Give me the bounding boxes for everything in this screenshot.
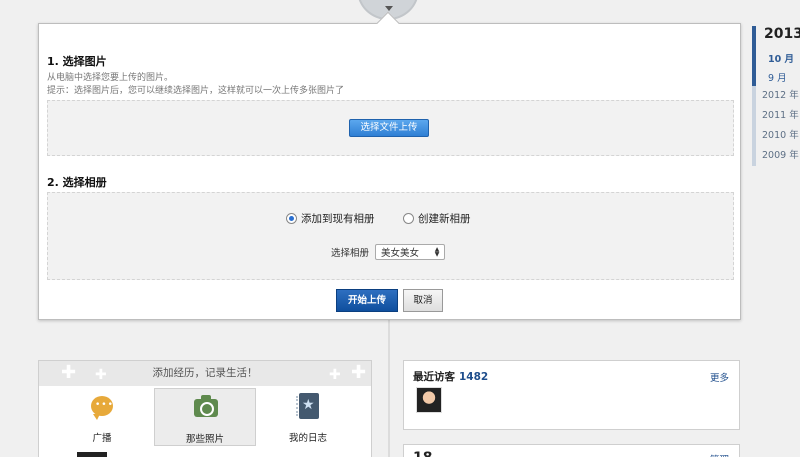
choose-file-button[interactable]: 选择文件上传 — [349, 119, 429, 137]
plus-decoration-icon: ✚ — [61, 362, 77, 383]
radio-existing-label: 添加到现有相册 — [301, 213, 375, 225]
radio-new-indicator[interactable] — [403, 213, 414, 224]
album-select-value: 美女美女 — [381, 248, 420, 259]
more-link[interactable]: 更多 — [710, 370, 729, 384]
year-item-2011[interactable]: 2011 年 — [752, 106, 800, 126]
select-arrows-icon: ▲ ▼ — [434, 246, 440, 258]
year-current-label[interactable]: 2013 — [764, 26, 800, 42]
step1-tip: 提示：选择图片后，您可以继续选择图片，这样就可以一次上传多张图片了 — [47, 86, 345, 96]
step1-hint: 从电脑中选择您要上传的图片。 — [47, 73, 174, 83]
step2-title: 2. 选择相册 — [47, 176, 107, 189]
radio-new-label: 创建新相册 — [418, 213, 471, 225]
diary-icon: ★ — [296, 393, 319, 419]
tab-broadcast[interactable]: ••• 广播 — [51, 388, 153, 446]
step1-title: 1. 选择图片 — [47, 55, 107, 68]
year-item-2012[interactable]: 2012 年 — [752, 86, 800, 106]
month-item-october[interactable]: 10 月 — [768, 51, 794, 65]
tab-diary[interactable]: ★ 我的日志 — [257, 388, 359, 446]
year-nav: 2013 10 月 9 月 2012 年 2011 年 2010 年 2009 … — [752, 26, 800, 166]
life-record-panel: ✚ ✚ 添加经历，记录生活！ ✚ ✚ ••• 广播 那些照片 ★ 我的日志 — [38, 360, 372, 457]
album-select-label: 选择相册 — [331, 248, 370, 259]
chevron-down-icon — [385, 6, 393, 11]
radio-existing-indicator[interactable] — [286, 213, 297, 224]
stats-number: 18 — [413, 450, 432, 457]
camera-icon — [194, 395, 218, 417]
album-select-row: 选择相册 美女美女 ▲ ▼ — [331, 244, 446, 260]
year-current: 2013 10 月 9 月 — [752, 26, 800, 86]
tab-diary-label: 我的日志 — [288, 433, 327, 444]
cancel-button[interactable]: 取消 — [403, 289, 443, 312]
radio-existing-album[interactable]: 添加到现有相册 — [286, 211, 375, 226]
visitor-count: 1482 — [459, 371, 489, 383]
start-upload-button[interactable]: 开始上传 — [336, 289, 398, 312]
upload-panel: 1. 选择图片 从电脑中选择您要上传的图片。 提示：选择图片后，您可以继续选择图… — [38, 23, 741, 320]
album-selection-area: 添加到现有相册 创建新相册 选择相册 美女美女 ▲ ▼ — [47, 192, 734, 280]
avatar[interactable] — [416, 387, 442, 413]
tab-broadcast-label: 广播 — [92, 433, 112, 444]
album-select[interactable]: 美女美女 ▲ ▼ — [375, 244, 446, 260]
plus-decoration-icon: ✚ — [329, 367, 341, 383]
year-item-2009[interactable]: 2009 年 — [752, 146, 800, 166]
tab-photos-label: 那些照片 — [185, 434, 224, 445]
life-header-text: 添加经历，记录生活！ — [152, 367, 258, 379]
dark-tab[interactable] — [77, 452, 107, 457]
recent-visitors-panel: 最近访客 1482 更多 — [403, 360, 740, 430]
visitors-title-text: 最近访客 — [413, 371, 455, 383]
radio-new-album[interactable]: 创建新相册 — [403, 211, 471, 226]
month-item-september[interactable]: 9 月 — [768, 70, 787, 84]
plus-decoration-icon: ✚ — [351, 362, 367, 383]
manage-link[interactable]: 管理 — [710, 452, 729, 457]
tab-photos[interactable]: 那些照片 — [154, 388, 256, 446]
visitors-title: 最近访客 1482 — [413, 369, 488, 384]
file-dropzone: 选择文件上传 — [47, 100, 734, 156]
life-tabs: ••• 广播 那些照片 ★ 我的日志 — [39, 386, 371, 448]
life-header: ✚ ✚ 添加经历，记录生活！ ✚ ✚ — [39, 361, 371, 386]
year-item-2010[interactable]: 2010 年 — [752, 126, 800, 146]
stats-panel: 18 管理 — [403, 444, 740, 457]
plus-decoration-icon: ✚ — [95, 367, 107, 383]
speech-bubble-icon: ••• — [91, 396, 113, 420]
